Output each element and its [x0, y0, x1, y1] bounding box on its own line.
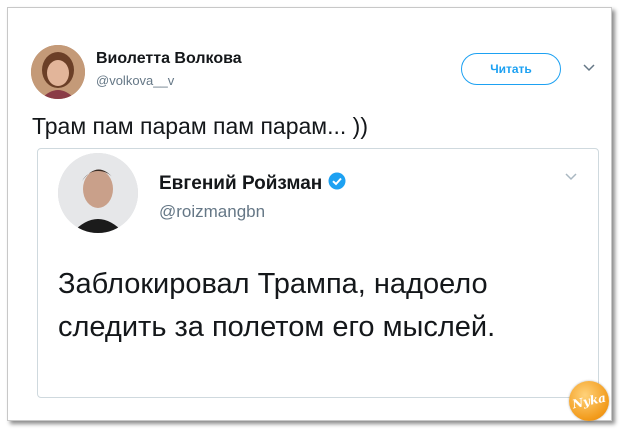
tweet-card: Виолетта Волкова @volkova__v Читать Трам… [7, 7, 612, 421]
author-avatar-image [31, 45, 85, 99]
quoted-author-name-row[interactable]: Евгений Ройзман [159, 172, 346, 196]
follow-button[interactable]: Читать [461, 53, 561, 85]
chevron-down-icon[interactable] [582, 61, 596, 75]
quoted-author-name[interactable]: Евгений Ройзман [159, 173, 322, 195]
author-name[interactable]: Виолетта Волкова [96, 50, 242, 68]
verified-badge-icon [328, 172, 346, 196]
author-handle[interactable]: @volkova__v [96, 73, 174, 88]
watermark-logo: Nyka [569, 381, 609, 421]
quoted-tweet-text: Заблокировал Трампа, надоело следить за … [58, 268, 496, 343]
quoted-tweet[interactable]: Евгений Ройзман @roizmangbn Заблокировал… [37, 148, 599, 398]
quoted-author-avatar-image [58, 153, 138, 233]
watermark-text: Nyka [570, 390, 608, 412]
author-avatar[interactable] [31, 45, 85, 99]
quoted-author-handle[interactable]: @roizmangbn [159, 202, 265, 222]
quoted-author-avatar[interactable] [58, 153, 138, 233]
quoted-chevron-down-icon[interactable] [564, 170, 578, 184]
tweet-text: Трам пам парам пам парам... )) [32, 113, 368, 139]
